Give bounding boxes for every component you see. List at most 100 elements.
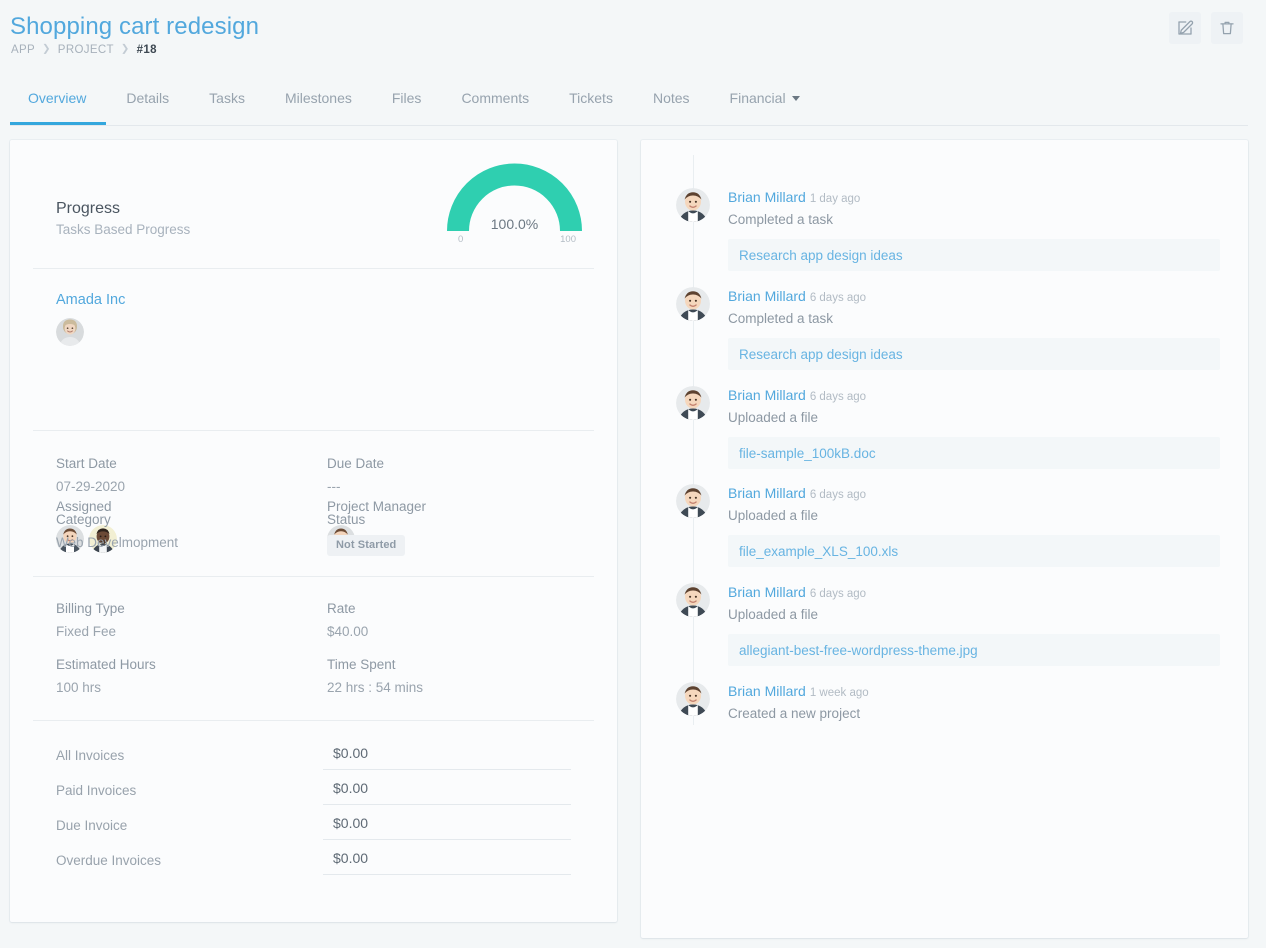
field-label: Category bbox=[56, 511, 178, 529]
progress-labels: Progress Tasks Based Progress bbox=[56, 198, 190, 240]
activity-time: 6 days ago bbox=[810, 292, 866, 304]
activity-attachment-link[interactable]: allegiant-best-free-wordpress-theme.jpg bbox=[739, 643, 978, 658]
activity-action: Completed a task bbox=[728, 310, 1220, 328]
avatar-image bbox=[676, 287, 710, 321]
activity-time: 1 day ago bbox=[810, 193, 861, 205]
avatar-image bbox=[676, 583, 710, 617]
field-value: Web Develmopment bbox=[56, 533, 178, 552]
billing-fields: Billing Type Fixed Fee Rate $40.00 Estim… bbox=[10, 595, 617, 725]
divider bbox=[33, 576, 594, 577]
tab-overview[interactable]: Overview bbox=[10, 88, 106, 124]
activity-attachment-link[interactable]: Research app design ideas bbox=[739, 347, 903, 362]
activity-attachment-link[interactable]: file-sample_100kB.doc bbox=[739, 446, 876, 461]
tab-tickets[interactable]: Tickets bbox=[549, 88, 633, 124]
tab-tasks[interactable]: Tasks bbox=[189, 88, 265, 124]
activity-user-link[interactable]: Brian Millard bbox=[728, 584, 806, 600]
chevron-right-icon: ❯ bbox=[121, 45, 130, 55]
field-label: Due Date bbox=[327, 455, 384, 473]
field-value: 100 hrs bbox=[56, 678, 156, 697]
avatar[interactable] bbox=[676, 682, 710, 716]
progress-title: Progress bbox=[56, 198, 190, 219]
timeline-line bbox=[693, 155, 694, 725]
field-estimated-hours: Estimated Hours 100 hrs bbox=[56, 656, 156, 697]
activity-user-link[interactable]: Brian Millard bbox=[728, 387, 806, 403]
avatar-image bbox=[676, 188, 710, 222]
activity-head: Brian Millard6 days ago bbox=[728, 386, 1220, 406]
invoice-value-field[interactable]: $0.00 bbox=[323, 815, 571, 840]
tab-milestones[interactable]: Milestones bbox=[265, 88, 372, 124]
avatar-image bbox=[676, 682, 710, 716]
invoice-value-field[interactable]: $0.00 bbox=[323, 745, 571, 770]
field-label: Rate bbox=[327, 600, 368, 618]
activity-body: Brian Millard6 days ago Uploaded a file … bbox=[728, 583, 1220, 666]
progress-subtitle: Tasks Based Progress bbox=[56, 220, 190, 240]
chevron-down-icon bbox=[792, 96, 800, 101]
activity-attachment-link[interactable]: Research app design ideas bbox=[739, 248, 903, 263]
gauge-max-tick: 100 bbox=[560, 234, 576, 245]
field-billing-type: Billing Type Fixed Fee bbox=[56, 600, 125, 641]
tab-files[interactable]: Files bbox=[372, 88, 442, 124]
edit-button[interactable] bbox=[1169, 12, 1201, 44]
avatar[interactable] bbox=[676, 583, 710, 617]
avatar[interactable] bbox=[676, 484, 710, 518]
activity-attachment[interactable]: file-sample_100kB.doc bbox=[728, 437, 1220, 469]
activity-attachment-link[interactable]: file_example_XLS_100.xls bbox=[739, 544, 898, 559]
activity-attachment[interactable]: Research app design ideas bbox=[728, 338, 1220, 370]
breadcrumb-item-project[interactable]: PROJECT bbox=[58, 44, 114, 56]
avatar[interactable] bbox=[676, 287, 710, 321]
invoice-value-field[interactable]: $0.00 bbox=[323, 780, 571, 805]
activity-user-link[interactable]: Brian Millard bbox=[728, 288, 806, 304]
project-overview-page: Shopping cart redesign APP ❯ PROJECT ❯ #… bbox=[0, 0, 1266, 948]
edit-pencil-icon bbox=[1176, 19, 1194, 37]
page-title: Shopping cart redesign bbox=[10, 13, 259, 41]
activity-body: Brian Millard6 days ago Uploaded a file … bbox=[728, 484, 1220, 567]
divider bbox=[33, 268, 594, 269]
activity-user-link[interactable]: Brian Millard bbox=[728, 683, 806, 699]
avatar[interactable] bbox=[676, 188, 710, 222]
field-label: Status bbox=[327, 511, 405, 529]
activity-attachment[interactable]: file_example_XLS_100.xls bbox=[728, 535, 1220, 567]
field-label: Billing Type bbox=[56, 600, 125, 618]
activity-action: Completed a task bbox=[728, 211, 1220, 229]
activity-body: Brian Millard6 days ago Uploaded a file … bbox=[728, 386, 1220, 469]
field-due-date: Due Date --- bbox=[327, 455, 384, 496]
activity-user-link[interactable]: Brian Millard bbox=[728, 485, 806, 501]
activity-body: Brian Millard 6 days ago Completed a task… bbox=[728, 287, 1220, 370]
avatar[interactable] bbox=[676, 386, 710, 420]
progress-section: Progress Tasks Based Progress 100.0% 0 1… bbox=[10, 140, 617, 268]
breadcrumb-item-app[interactable]: APP bbox=[11, 44, 35, 56]
field-status: Status Not Started bbox=[327, 511, 405, 556]
field-value: Fixed Fee bbox=[56, 622, 125, 641]
avatar-image bbox=[676, 386, 710, 420]
tab-comments[interactable]: Comments bbox=[441, 88, 549, 124]
activity-head: Brian Millard 1 day ago bbox=[728, 188, 1220, 208]
tab-financial[interactable]: Financial bbox=[710, 88, 820, 124]
trash-icon bbox=[1218, 19, 1236, 37]
tab-notes[interactable]: Notes bbox=[633, 88, 710, 124]
activity-attachment[interactable]: Research app design ideas bbox=[728, 239, 1220, 271]
client-avatar[interactable] bbox=[56, 318, 84, 346]
delete-button[interactable] bbox=[1211, 12, 1243, 44]
invoice-label: Overdue Invoices bbox=[56, 853, 161, 868]
field-rate: Rate $40.00 bbox=[327, 600, 368, 641]
activity-user-link[interactable]: Brian Millard bbox=[728, 189, 806, 205]
activity-action: Created a new project bbox=[728, 705, 1220, 723]
invoice-row: Paid Invoices $0.00 bbox=[10, 780, 617, 815]
tab-details[interactable]: Details bbox=[106, 88, 189, 124]
activity-attachment[interactable]: allegiant-best-free-wordpress-theme.jpg bbox=[728, 634, 1220, 666]
chevron-right-icon: ❯ bbox=[42, 45, 51, 55]
project-details-card: Progress Tasks Based Progress 100.0% 0 1… bbox=[10, 140, 617, 922]
invoice-value-field[interactable]: $0.00 bbox=[323, 850, 571, 875]
gauge-min-tick: 0 bbox=[458, 234, 463, 245]
field-value: $40.00 bbox=[327, 622, 368, 641]
invoice-label: Paid Invoices bbox=[56, 783, 136, 798]
invoice-row: Overdue Invoices $0.00 bbox=[10, 850, 617, 885]
field-label: Start Date bbox=[56, 455, 125, 473]
activity-time: 1 week ago bbox=[810, 687, 869, 699]
client-name-link[interactable]: Amada Inc bbox=[56, 292, 125, 308]
invoice-label: Due Invoice bbox=[56, 818, 127, 833]
activity-time: 6 days ago bbox=[810, 489, 866, 501]
breadcrumb-item-current: #18 bbox=[137, 44, 157, 56]
field-value: 07-29-2020 bbox=[56, 477, 125, 496]
invoice-value: $0.00 bbox=[323, 815, 571, 831]
